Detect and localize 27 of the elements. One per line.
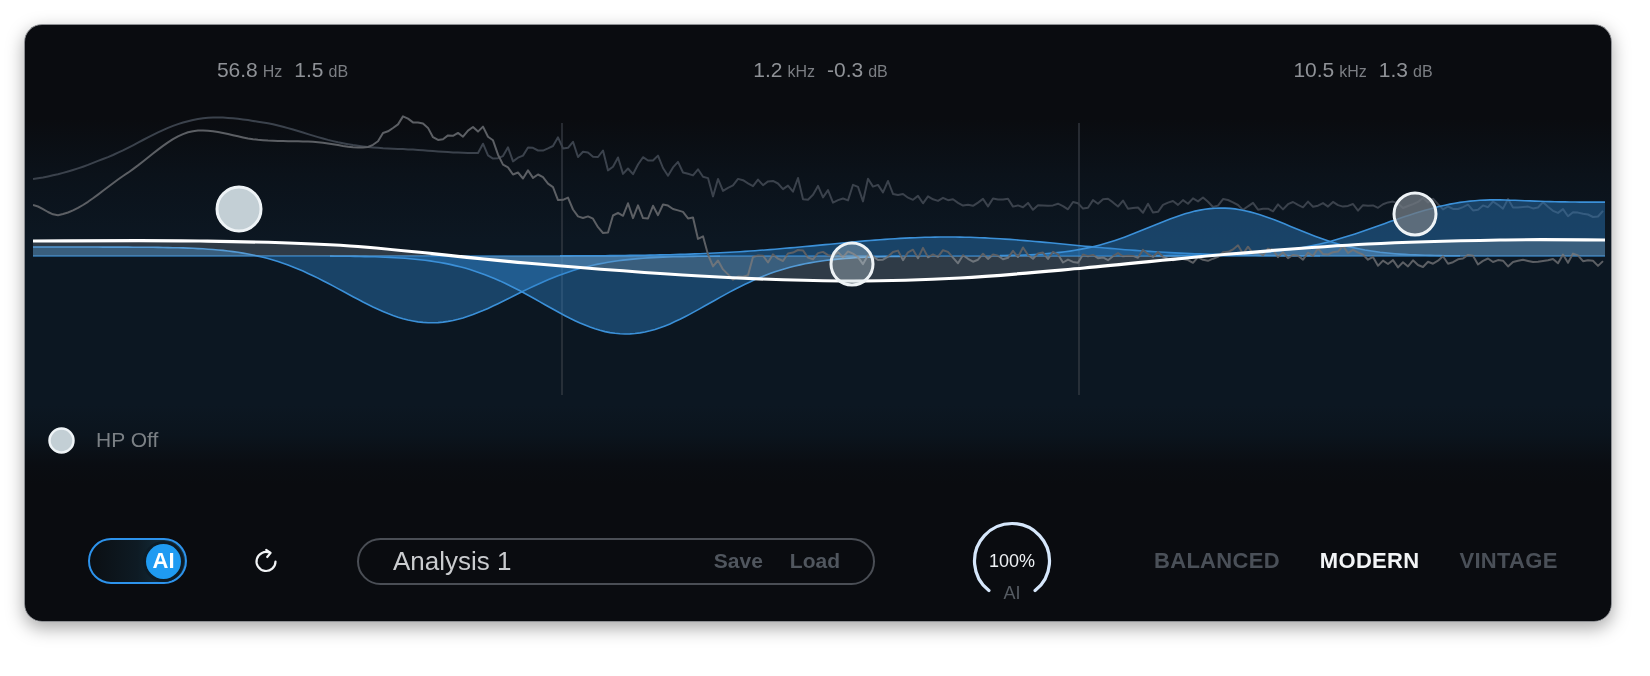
mode-tab[interactable]: BALANCED <box>1154 548 1280 574</box>
preset-name[interactable]: Analysis 1 <box>393 546 714 576</box>
refresh-icon[interactable] <box>253 548 279 574</box>
frequency-value: 56.8 <box>216 57 258 83</box>
ai-toggle[interactable]: AI <box>88 538 187 584</box>
circle-icon <box>48 426 75 454</box>
gain-unit: dB <box>868 63 888 81</box>
frequency-value: 1.2 <box>753 57 783 83</box>
band-handle[interactable] <box>829 241 875 287</box>
knob-label: AI <box>1002 583 1022 603</box>
mode-tab[interactable]: MODERN <box>1319 548 1420 574</box>
frequency-unit: kHz <box>787 63 815 81</box>
gain-value: 1.3 <box>1378 57 1409 83</box>
frequency-value: 10.5 <box>1293 57 1335 83</box>
amount-reading: 100% <box>987 550 1036 572</box>
gain-unit: dB <box>1413 63 1433 81</box>
gain-unit: dB <box>328 63 349 81</box>
band-handle[interactable] <box>1392 191 1438 237</box>
frequency-unit: Hz <box>262 63 283 81</box>
gain-value: 1.5 <box>294 57 324 83</box>
save-button[interactable]: Save <box>713 549 763 573</box>
gain-value: -0.3 <box>827 57 864 83</box>
mode-tab[interactable]: VINTAGE <box>1459 548 1558 574</box>
band-handle[interactable] <box>215 185 263 233</box>
frequency-unit: kHz <box>1339 63 1367 81</box>
load-button[interactable]: Load <box>789 549 840 573</box>
high-pass-button[interactable]: HP Off <box>48 426 159 454</box>
